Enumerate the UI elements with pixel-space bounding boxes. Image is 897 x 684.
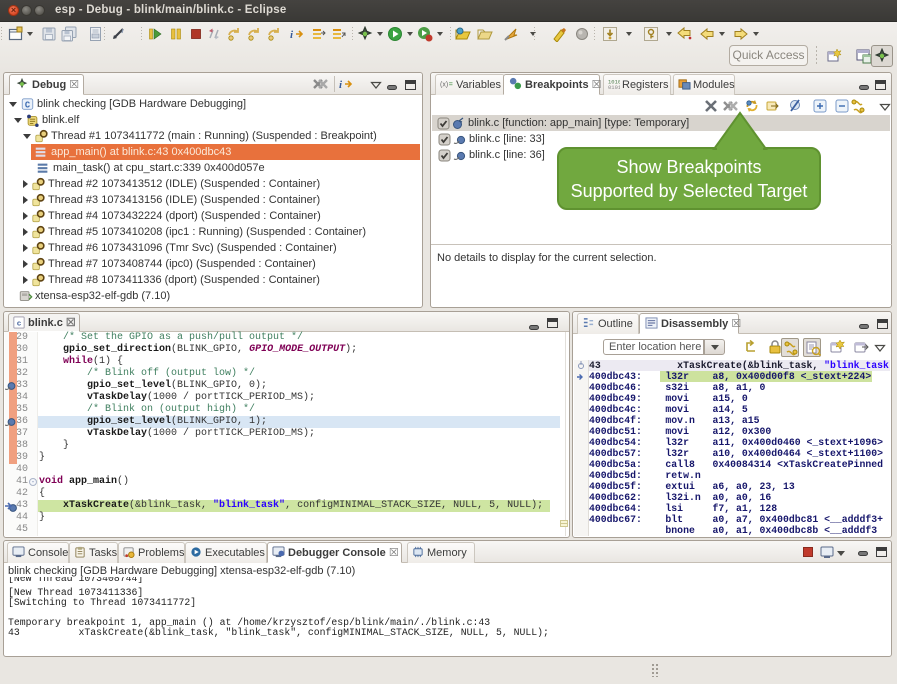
svg-text:i: i xyxy=(339,79,343,91)
svg-text:(x): (x) xyxy=(440,81,448,88)
svg-text:0101: 0101 xyxy=(608,84,620,90)
svg-text:i: i xyxy=(290,29,294,41)
svg-text:c: c xyxy=(17,320,22,328)
svg-text:C: C xyxy=(25,101,30,111)
svg-text:=: = xyxy=(449,81,453,88)
